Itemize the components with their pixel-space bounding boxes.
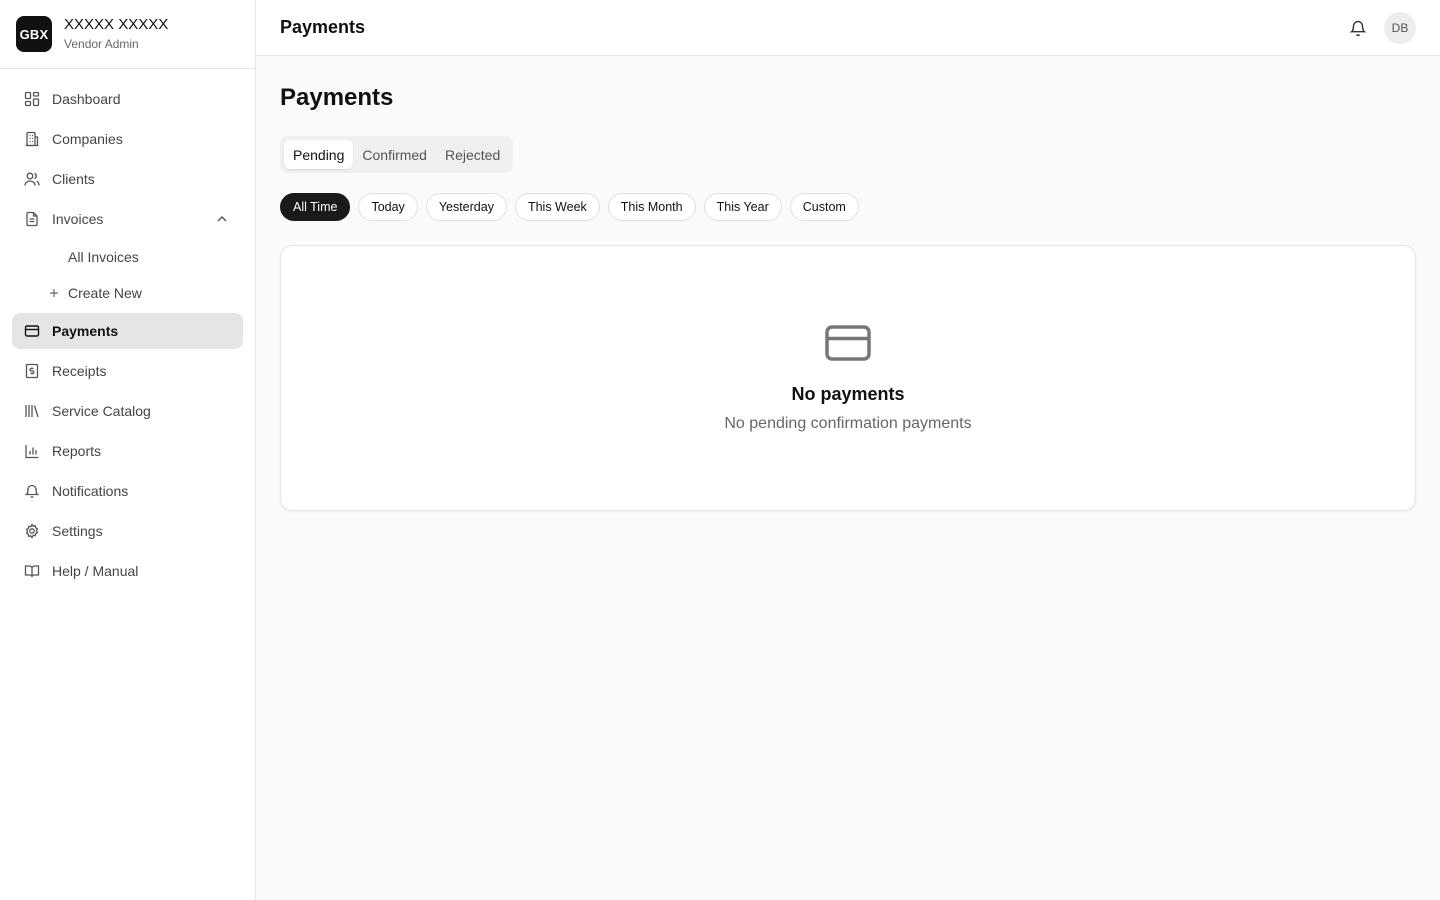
sidebar-item-label: Clients bbox=[52, 171, 95, 187]
main-content: Payments Pending Confirmed Rejected All … bbox=[280, 56, 1416, 511]
building-icon bbox=[24, 131, 40, 147]
sidebar-item-companies[interactable]: Companies bbox=[12, 121, 243, 157]
sidebar-item-invoices[interactable]: Invoices bbox=[12, 201, 243, 237]
filter-custom[interactable]: Custom bbox=[789, 193, 859, 221]
sidebar-subitem-label: All Invoices bbox=[68, 249, 139, 265]
brand-header: GBX XXXXX XXXXX Vendor Admin bbox=[0, 0, 255, 69]
sidebar-item-label: Notifications bbox=[52, 483, 129, 499]
top-header: Payments DB bbox=[256, 0, 1440, 56]
receipt-icon bbox=[24, 363, 40, 379]
plus-icon bbox=[48, 288, 60, 298]
filter-this-year[interactable]: This Year bbox=[703, 193, 782, 221]
sidebar-item-payments[interactable]: Payments bbox=[12, 313, 243, 349]
filter-all-time[interactable]: All Time bbox=[280, 193, 351, 221]
brand-text: XXXXX XXXXX Vendor Admin bbox=[64, 16, 168, 52]
bell-icon bbox=[24, 483, 40, 499]
dashboard-icon bbox=[24, 91, 40, 107]
tab-rejected[interactable]: Rejected bbox=[436, 140, 509, 169]
sidebar-item-label: Help / Manual bbox=[52, 563, 139, 579]
sidebar-item-settings[interactable]: Settings bbox=[12, 513, 243, 549]
sidebar-subitem-create-new[interactable]: Create New bbox=[12, 277, 243, 309]
sidebar-item-label: Receipts bbox=[52, 363, 107, 379]
sidebar-subitem-all-invoices[interactable]: All Invoices bbox=[12, 241, 243, 273]
credit-card-icon bbox=[24, 323, 40, 339]
sidebar-subitem-label: Create New bbox=[68, 285, 142, 301]
empty-state-card: No payments No pending confirmation paym… bbox=[280, 245, 1416, 511]
sidebar-item-label: Companies bbox=[52, 131, 123, 147]
user-avatar[interactable]: DB bbox=[1384, 12, 1416, 44]
sidebar: GBX XXXXX XXXXX Vendor Admin Dashboard C… bbox=[0, 0, 256, 900]
sidebar-item-receipts[interactable]: Receipts bbox=[12, 353, 243, 389]
empty-state-title: No payments bbox=[791, 384, 905, 404]
sidebar-item-notifications[interactable]: Notifications bbox=[12, 473, 243, 509]
sidebar-item-clients[interactable]: Clients bbox=[12, 161, 243, 197]
filter-today[interactable]: Today bbox=[358, 193, 418, 221]
brand-name: XXXXX XXXXX bbox=[64, 16, 169, 33]
gear-icon bbox=[24, 523, 40, 539]
brand-logo[interactable]: GBX bbox=[16, 16, 52, 52]
empty-state-subtitle: No pending confirmation payments bbox=[724, 415, 972, 432]
file-icon bbox=[24, 211, 40, 227]
sidebar-item-help[interactable]: Help / Manual bbox=[12, 553, 243, 589]
filter-yesterday[interactable]: Yesterday bbox=[425, 193, 507, 221]
brand-role: Vendor Admin bbox=[64, 37, 139, 51]
sidebar-item-dashboard[interactable]: Dashboard bbox=[12, 81, 243, 117]
chevron-up-icon[interactable] bbox=[215, 212, 229, 226]
sidebar-nav: Dashboard Companies Clients Invoices All… bbox=[0, 69, 255, 605]
users-icon bbox=[24, 171, 40, 187]
date-filters: All Time Today Yesterday This Week This … bbox=[280, 193, 1416, 221]
filter-this-month[interactable]: This Month bbox=[607, 193, 696, 221]
sidebar-item-service-catalog[interactable]: Service Catalog bbox=[12, 393, 243, 429]
library-icon bbox=[24, 403, 40, 419]
sidebar-item-label: Settings bbox=[52, 523, 103, 539]
tab-confirmed[interactable]: Confirmed bbox=[353, 140, 436, 169]
sidebar-item-label: Payments bbox=[52, 323, 119, 339]
credit-card-icon bbox=[824, 324, 872, 362]
status-tabs: Pending Confirmed Rejected bbox=[280, 136, 514, 173]
bar-chart-icon bbox=[24, 443, 40, 459]
book-icon bbox=[24, 563, 40, 579]
header-title: Payments bbox=[280, 17, 366, 37]
notification-bell-icon[interactable] bbox=[1348, 18, 1368, 38]
sidebar-item-label: Invoices bbox=[52, 211, 104, 227]
page-title: Payments bbox=[280, 84, 394, 111]
sidebar-item-label: Dashboard bbox=[52, 91, 121, 107]
sidebar-item-label: Reports bbox=[52, 443, 102, 459]
sidebar-item-reports[interactable]: Reports bbox=[12, 433, 243, 469]
filter-this-week[interactable]: This Week bbox=[514, 193, 600, 221]
tab-pending[interactable]: Pending bbox=[284, 140, 354, 169]
sidebar-item-label: Service Catalog bbox=[52, 403, 151, 419]
